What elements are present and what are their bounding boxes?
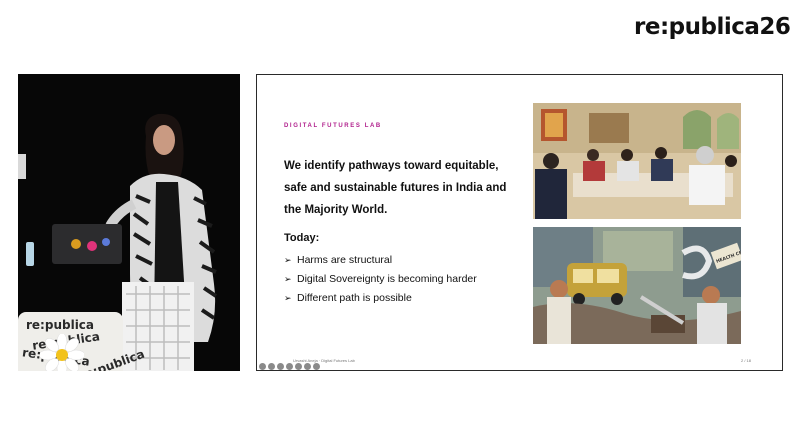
next-slide-icon[interactable] [313, 363, 320, 370]
bullet-list: ➢ Harms are structural ➢ Digital Sovereign… [284, 251, 477, 308]
page-number: 2 / 18 [741, 358, 752, 363]
presentation-slide: DIGITAL FUTURES LAB We identify pathways… [256, 74, 783, 371]
pen-icon[interactable] [268, 363, 275, 370]
speaker-video: re:publica re:publica re:publica re:publ… [18, 74, 240, 371]
headline-line: We identify pathways toward equitable, [284, 160, 499, 172]
meeting-photo [533, 103, 741, 219]
bullet-text: Different path is possible [297, 292, 412, 304]
republica-logo: re:publica26 [634, 14, 791, 40]
slide-eyebrow: DIGITAL FUTURES LAB [284, 123, 382, 129]
slide-toolbar [259, 363, 320, 370]
list-item: ➢ Harms are structural [284, 251, 477, 270]
today-label: Today: [284, 232, 320, 244]
slide-headline: We identify pathways toward equitable, s… [284, 155, 524, 221]
headline-line: safe and sustainable futures in India an… [284, 182, 507, 194]
podium-label: re:publica [26, 318, 95, 332]
arrow-bullet-icon: ➢ [284, 293, 292, 303]
headline-line: the Majority World. [284, 204, 388, 216]
list-item: ➢ Different path is possible [284, 289, 477, 308]
camera-icon[interactable] [295, 363, 302, 370]
more-icon[interactable] [304, 363, 311, 370]
grid-icon[interactable] [286, 363, 293, 370]
list-item: ➢ Digital Sovereignty is becoming harder [284, 270, 477, 289]
prev-slide-icon[interactable] [259, 363, 266, 370]
street-illustration: HEALTH CENTRE [533, 227, 741, 344]
daisy-icon [40, 334, 84, 371]
arrow-bullet-icon: ➢ [284, 274, 292, 284]
zoom-icon[interactable] [277, 363, 284, 370]
bullet-text: Harms are structural [297, 254, 393, 266]
arrow-bullet-icon: ➢ [284, 255, 292, 265]
bullet-text: Digital Sovereignty is becoming harder [297, 273, 477, 285]
stream-frame: re:publica26 re:publica re:publica DIGIT… [0, 0, 800, 442]
